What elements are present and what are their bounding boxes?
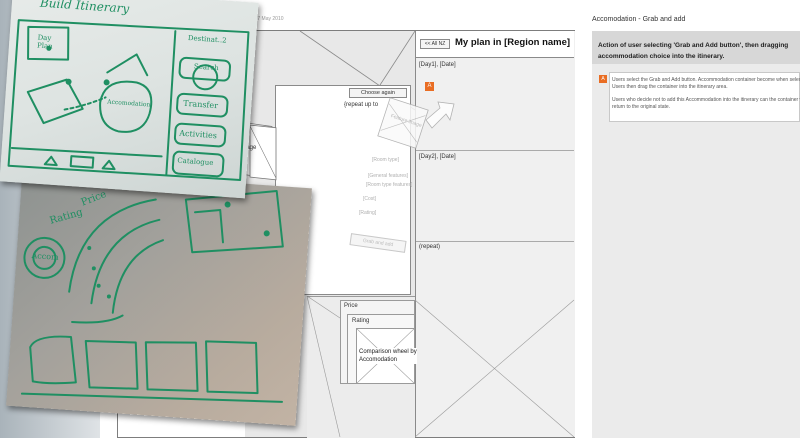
back-all-nz-button[interactable]: << All NZ [420, 39, 450, 49]
sketch-2-drawing [20, 189, 284, 403]
room-type-features-field: [Room type features] [366, 182, 413, 188]
day1-label: [Day1], [Date] [419, 62, 456, 68]
itinerary-title: My plan in [Region name] [455, 37, 571, 48]
general-features-field: [General features] [368, 173, 409, 179]
spec-note-1: Users select the Grab and Add button. Ac… [612, 77, 800, 90]
spec-badge: A [599, 75, 607, 83]
rating-filter-label: Rating [352, 318, 370, 324]
sketch-1-tab-dayplan: Day Plan [36, 33, 53, 51]
spec-title: Accomodation - Grab and add [592, 16, 686, 23]
sketch-photo-2: Rating Price Accom [6, 168, 312, 426]
day2-row [416, 150, 574, 242]
drag-badge: A [425, 82, 434, 91]
spec-header-text: Action of user selecting 'Grab and Add b… [598, 42, 789, 60]
sketch-2-circle-label: Accom [31, 251, 59, 262]
cost-field: [Cost] [363, 196, 377, 202]
sketch-photo-1: Build Itinerary Destinat..2 Day Plan Sea… [0, 0, 259, 199]
repeat-label: (repeat) [419, 244, 441, 250]
rating-field: [Rating] [359, 210, 377, 216]
sketch-1-search-button: Search [193, 62, 220, 73]
comparison-wheel-label: Comparison wheel by Accomodation [359, 348, 417, 364]
spec-note-2: Users who decide not to add this Accommo… [612, 97, 800, 110]
price-filter-label: Price [344, 303, 358, 309]
